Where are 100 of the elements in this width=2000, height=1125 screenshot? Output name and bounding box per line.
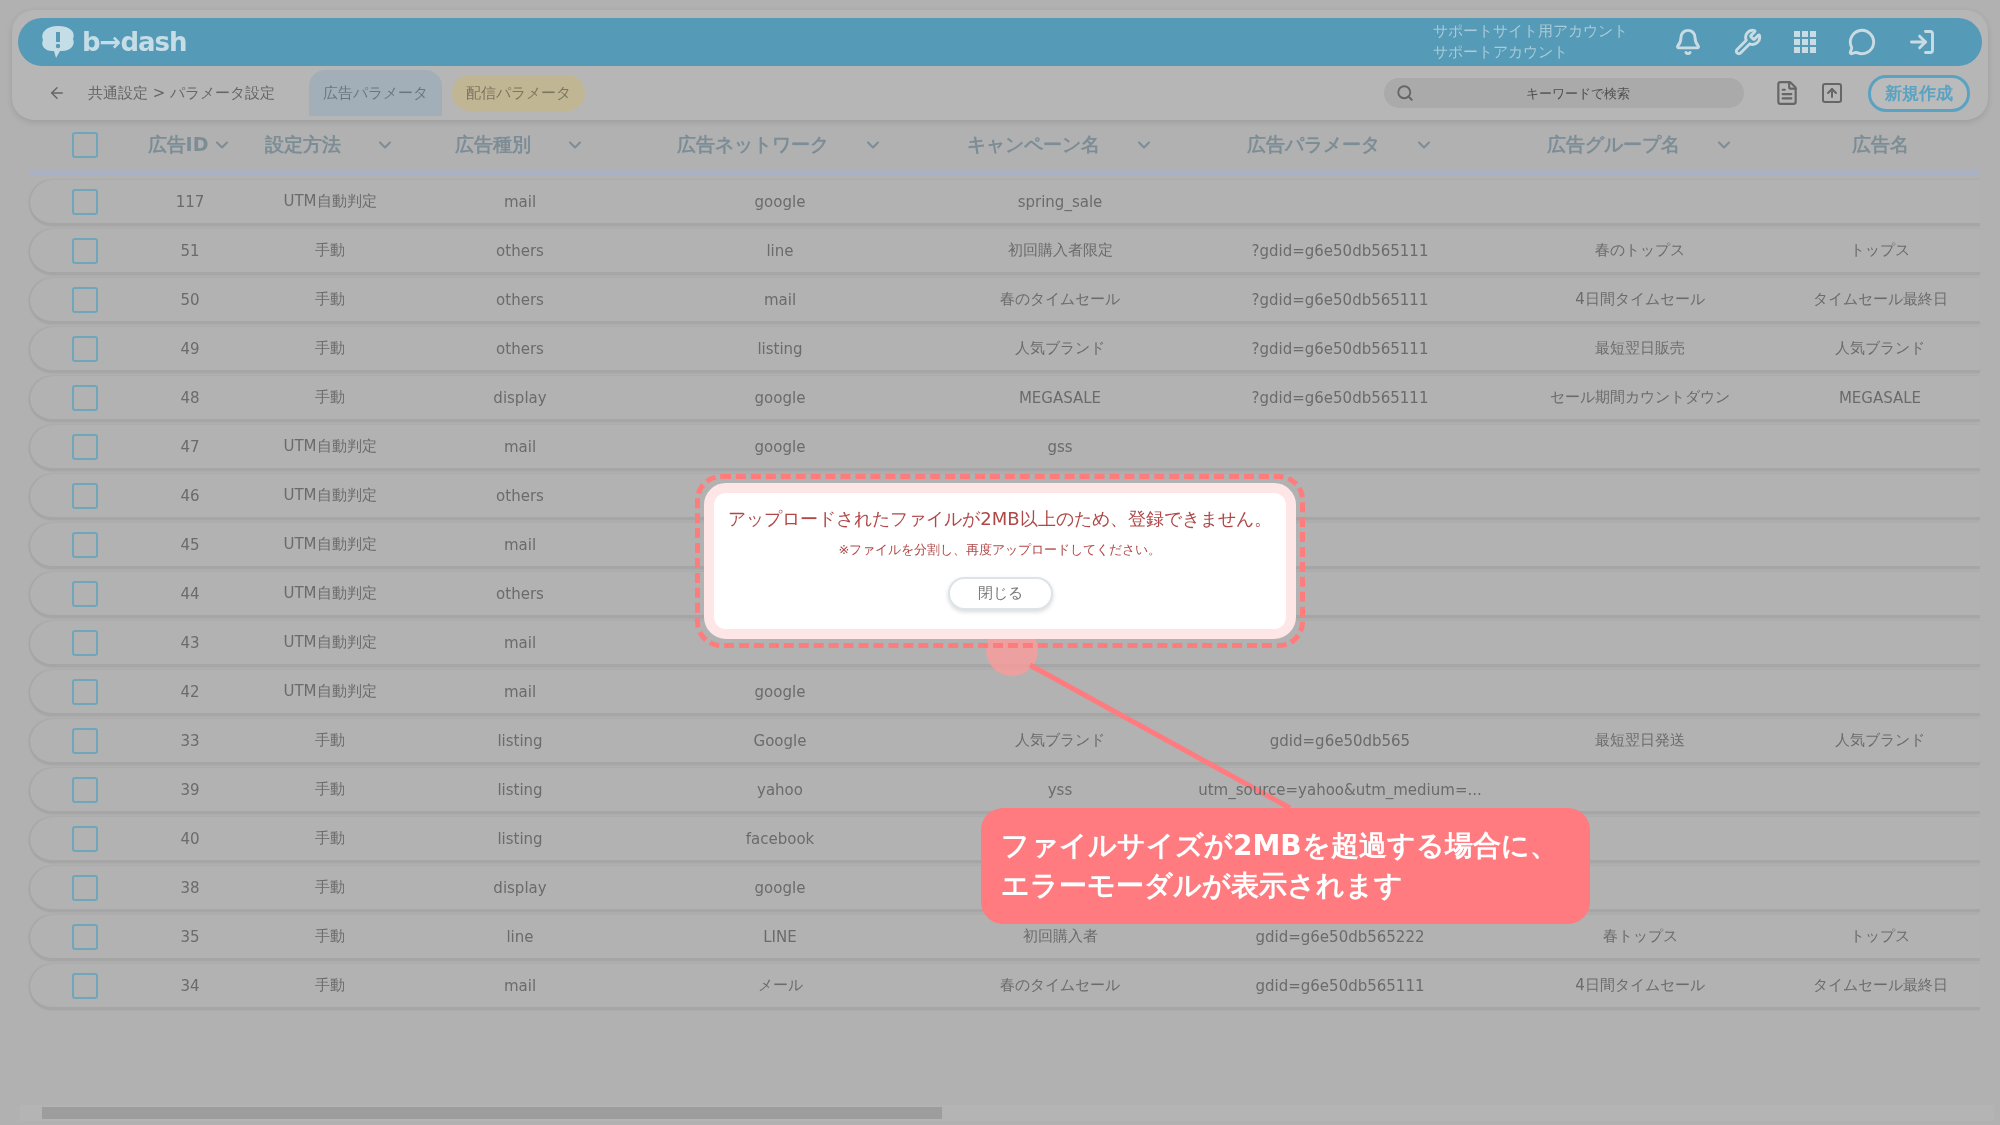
table-cell-text: 春のトップス	[1594, 241, 1686, 260]
table-cell-text: mail	[502, 682, 538, 701]
row-checkbox[interactable]	[72, 286, 98, 313]
table-cell-text: 117	[174, 192, 206, 211]
apps-button[interactable]	[1794, 31, 1816, 53]
export-button[interactable]	[1820, 81, 1844, 105]
settings-button[interactable]	[1734, 28, 1762, 56]
row-checkbox[interactable]	[72, 384, 98, 411]
table-cell-text: others	[495, 241, 545, 260]
table-cell-text: UTM自動判定	[282, 437, 378, 456]
table-cell-text: gss	[1046, 437, 1074, 456]
account-name: サポートサイト用アカウント	[1433, 21, 1628, 42]
row-checkbox[interactable]	[72, 678, 98, 705]
back-button[interactable]	[48, 84, 66, 102]
row-checkbox[interactable]	[72, 580, 98, 607]
table-cell-text: 手動	[314, 927, 346, 946]
table-cell-text: UTM自動判定	[282, 192, 378, 211]
row-checkbox[interactable]	[72, 237, 98, 264]
table-cell-text: 34	[179, 976, 201, 995]
table-cell-text: 初回購入者限定	[1006, 241, 1114, 260]
table-cell-text: display	[492, 388, 548, 407]
table-cell-text: google	[753, 682, 807, 701]
table-cell-text: mail	[502, 437, 538, 456]
row-checkbox[interactable]	[72, 874, 98, 901]
table-cell-text: 人気ブランド	[1014, 731, 1106, 750]
row-checkbox[interactable]	[72, 972, 98, 999]
table-cell-text: google	[753, 192, 807, 211]
table-cell-text: gdid=g6e50db565222	[1254, 927, 1426, 946]
export-icon	[1820, 81, 1844, 105]
table-cell-text: Google	[752, 731, 808, 750]
new-button[interactable]: 新規作成	[1868, 74, 1970, 112]
row-checkbox[interactable]	[72, 433, 98, 460]
row-checkbox[interactable]	[72, 482, 98, 509]
table-cell-text: メール	[756, 976, 804, 995]
chat-icon	[1848, 28, 1876, 56]
row-checkbox[interactable]	[72, 923, 98, 950]
table-cell-text: yss	[1046, 780, 1074, 799]
tab[interactable]: 配信パラメータ	[452, 75, 586, 111]
select-all-checkbox[interactable]	[72, 132, 98, 158]
apps-grid-icon	[1794, 31, 1816, 53]
table-cell-text: 42	[179, 682, 201, 701]
table-cell-text: 43	[179, 633, 201, 652]
table-cell-text: 人気ブランド	[1834, 731, 1926, 750]
logout-button[interactable]	[1908, 28, 1936, 56]
account-name: サポートアカウント	[1433, 42, 1569, 63]
table-cell-text: listing	[496, 780, 544, 799]
table-cell-text: 人気ブランド	[1834, 339, 1926, 358]
row-checkbox[interactable]	[72, 335, 98, 362]
table-cell-text: UTM自動判定	[282, 486, 378, 505]
table-cell-text: mail	[502, 535, 538, 554]
table-cell-text: ?gdid=g6e50db565111	[1250, 241, 1430, 260]
table-cell-text: ?gdid=g6e50db565111	[1250, 290, 1430, 309]
close-button[interactable]: 閉じる	[947, 577, 1053, 610]
table-cell-text: 手動	[314, 829, 346, 848]
row-checkbox[interactable]	[72, 629, 98, 656]
table-cell-text: 手動	[314, 241, 346, 260]
table-cell-text: 44	[179, 584, 201, 603]
support-chat-button[interactable]	[1848, 28, 1876, 56]
table-cell-text: others	[495, 584, 545, 603]
table-cell-text: ?gdid=g6e50db565111	[1250, 388, 1430, 407]
table-cell-text: 人気ブランド	[1014, 339, 1106, 358]
table-cell-text: 春のタイムセール	[999, 290, 1121, 309]
table-cell-text: 40	[179, 829, 201, 848]
row-checkbox[interactable]	[72, 727, 98, 754]
notification-button[interactable]	[1674, 28, 1702, 56]
document-button[interactable]	[1774, 80, 1800, 106]
table-cell-text: line	[765, 241, 795, 260]
table-cell-text: タイムセール最終日	[1811, 290, 1949, 309]
row-checkbox[interactable]	[72, 531, 98, 558]
row-checkbox[interactable]	[72, 825, 98, 852]
table-cell-text: LINE	[762, 927, 798, 946]
wrench-icon	[1734, 28, 1762, 56]
search-field[interactable]: キーワードで検索	[1384, 78, 1744, 108]
table-cell-text: 50	[179, 290, 201, 309]
table-cell-text: 初回購入者	[1021, 927, 1099, 946]
table-cell-text: mail	[502, 633, 538, 652]
table-cell-text: 手動	[314, 878, 346, 897]
search-icon	[1396, 84, 1414, 102]
table-cell-text: 48	[179, 388, 201, 407]
table-cell-text: 手動	[314, 780, 346, 799]
document-icon	[1774, 80, 1800, 106]
row-checkbox[interactable]	[72, 188, 98, 215]
table-cell-text: gdid=g6e50db565	[1268, 731, 1412, 750]
logo-text: b→dash	[82, 27, 187, 57]
table-cell-text: ?gdid=g6e50db565111	[1250, 339, 1430, 358]
logout-icon	[1908, 28, 1936, 56]
table-cell-text: 春トップス	[1601, 927, 1679, 946]
table-cell-text: line	[505, 927, 535, 946]
table-cell-text: 春のタイムセール	[999, 976, 1121, 995]
table-cell-text: 49	[179, 339, 201, 358]
table-cell-text: 45	[179, 535, 201, 554]
table-cell-text: 35	[179, 927, 201, 946]
table-cell-text: google	[753, 437, 807, 456]
tab[interactable]: 広告パラメータ	[309, 70, 443, 116]
table-cell-text: 手動	[314, 388, 346, 407]
table-cell-text: 51	[179, 241, 201, 260]
table-cell-text: listing	[496, 829, 544, 848]
table-cell-text: mail	[502, 976, 538, 995]
row-checkbox[interactable]	[72, 776, 98, 803]
table-cell-text: MEGASALE	[1017, 388, 1103, 407]
